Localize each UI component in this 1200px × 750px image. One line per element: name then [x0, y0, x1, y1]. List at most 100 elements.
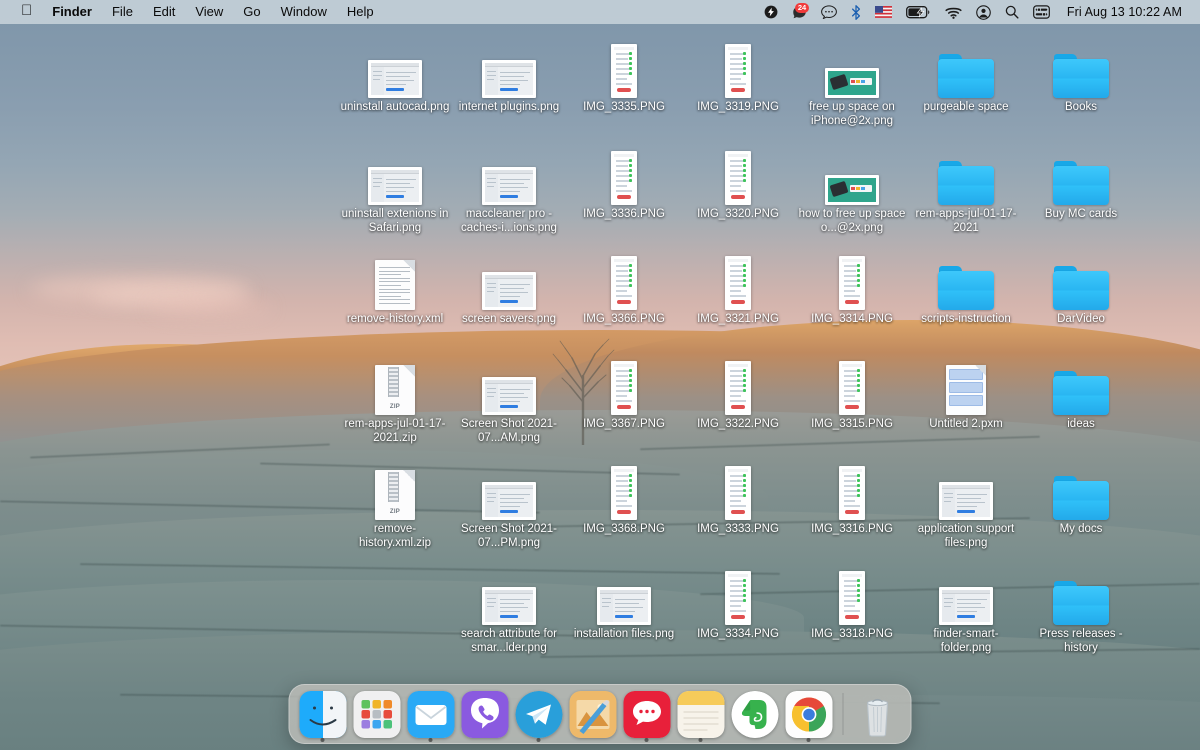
desktop-icon[interactable]: Screen Shot 2021-07...PM.png: [452, 458, 566, 550]
desktop-icon-label: IMG_3319.PNG: [697, 101, 779, 113]
desktop-icon[interactable]: uninstall autocad.png: [338, 36, 452, 115]
image-thumbnail: [725, 256, 751, 310]
desktop-icon[interactable]: ideas: [1024, 353, 1138, 432]
dock-item-telegram[interactable]: [514, 689, 564, 742]
menu-item-edit[interactable]: Edit: [143, 0, 185, 24]
desktop-icon[interactable]: uninstall extenions in Safari.png: [338, 143, 452, 235]
desktop-icon[interactable]: IMG_3335.PNG: [567, 36, 681, 115]
desktop-icon-art: [708, 458, 768, 520]
dock-item-evernote[interactable]: [730, 689, 780, 739]
desktop-icon[interactable]: internet plugins.png: [452, 36, 566, 115]
chat-bubble-icon[interactable]: [814, 0, 844, 24]
desktop-icon-label: rem-apps-jul-01-17-2021.zip: [344, 418, 446, 444]
battery-charging-icon[interactable]: [899, 0, 938, 24]
dock-item-chrome[interactable]: [784, 689, 834, 742]
menu-item-help[interactable]: Help: [337, 0, 384, 24]
desktop-icon-label: internet plugins.png: [458, 101, 560, 113]
desktop-icon[interactable]: Untitled 2.pxm: [909, 353, 1023, 432]
desktop-icon[interactable]: IMG_3320.PNG: [681, 143, 795, 222]
desktop-icon[interactable]: ZIP rem-apps-jul-01-17-2021.zip: [338, 353, 452, 445]
desktop-icon[interactable]: Screen Shot 2021-07...AM.png: [452, 353, 566, 445]
bolt-icon[interactable]: [757, 0, 785, 24]
dock-item-launchpad[interactable]: [352, 689, 402, 739]
dock-item-mail[interactable]: [406, 689, 456, 742]
dock-item-trash[interactable]: [853, 689, 903, 739]
menu-item-file[interactable]: File: [102, 0, 143, 24]
notification-icon[interactable]: 24: [785, 0, 814, 24]
desktop-icon-art: [1051, 458, 1111, 520]
dock-item-notes[interactable]: [676, 689, 726, 742]
control-center-icon[interactable]: [1026, 0, 1057, 24]
apple-logo-icon[interactable]: : [11, 0, 42, 24]
desktop-icon-art: [1051, 353, 1111, 415]
desktop-icon[interactable]: Buy MC cards: [1024, 143, 1138, 222]
desktop-icon[interactable]: how to free up space o...@2x.png: [795, 143, 909, 235]
desktop-icon[interactable]: IMG_3314.PNG: [795, 248, 909, 327]
desktop-icon[interactable]: Books: [1024, 36, 1138, 115]
desktop-icon-art: [594, 563, 654, 625]
zip-archive-icon: ZIP: [375, 470, 415, 520]
dock-item-viber[interactable]: [460, 689, 510, 739]
image-thumbnail: [482, 272, 536, 310]
desktop-icon-label: My docs: [1059, 523, 1103, 535]
desktop-icon[interactable]: remove-history.xml: [338, 248, 452, 327]
desktop-icon-art: [594, 248, 654, 310]
menu-item-go[interactable]: Go: [233, 0, 270, 24]
desktop-icon[interactable]: installation files.png: [567, 563, 681, 642]
desktop-icon-label: Untitled 2.pxm: [929, 418, 1003, 430]
finder-icon: [299, 690, 346, 738]
desktop-icon-grid: uninstall autocad.png internet plugins.p…: [0, 24, 1200, 674]
desktop-icon[interactable]: IMG_3334.PNG: [681, 563, 795, 642]
trash-icon: [856, 691, 900, 737]
desktop-icon[interactable]: free up space on iPhone@2x.png: [795, 36, 909, 128]
desktop-icon-art: [822, 353, 882, 415]
desktop-icon[interactable]: scripts-instruction: [909, 248, 1023, 327]
desktop-icon[interactable]: DarVideo: [1024, 248, 1138, 327]
desktop-icon[interactable]: purgeable space: [909, 36, 1023, 115]
desktop-icon[interactable]: IMG_3366.PNG: [567, 248, 681, 327]
desktop-icon[interactable]: IMG_3319.PNG: [681, 36, 795, 115]
menu-item-window[interactable]: Window: [271, 0, 337, 24]
us-flag-input-menu-icon[interactable]: [868, 0, 899, 24]
desktop-icon[interactable]: rem-apps-jul-01-17-2021: [909, 143, 1023, 235]
desktop-icon[interactable]: finder-smart-folder.png: [909, 563, 1023, 655]
desktop-icon[interactable]: IMG_3333.PNG: [681, 458, 795, 537]
dock-item-finder[interactable]: [298, 689, 348, 742]
desktop-icon[interactable]: IMG_3367.PNG: [567, 353, 681, 432]
spotlight-search-icon[interactable]: [998, 0, 1026, 24]
desktop-icon[interactable]: My docs: [1024, 458, 1138, 537]
desktop-icon-label: uninstall extenions in Safari.png: [341, 208, 449, 234]
bluetooth-icon[interactable]: [844, 0, 868, 24]
desktop-icon[interactable]: IMG_3368.PNG: [567, 458, 681, 537]
desktop-icon[interactable]: IMG_3316.PNG: [795, 458, 909, 537]
menu-item-finder[interactable]: Finder: [42, 0, 102, 24]
desktop-icon[interactable]: IMG_3336.PNG: [567, 143, 681, 222]
desktop-icon[interactable]: application support files.png: [909, 458, 1023, 550]
desktop-icon-label: IMG_3314.PNG: [811, 313, 893, 325]
desktop-icon-art: [708, 143, 768, 205]
image-thumbnail: [839, 571, 865, 625]
desktop-icon[interactable]: IMG_3321.PNG: [681, 248, 795, 327]
desktop-icon-art: [1051, 248, 1111, 310]
wifi-icon[interactable]: [938, 0, 969, 24]
menu-bar-clock[interactable]: Fri Aug 13 10:22 AM: [1057, 5, 1189, 19]
image-thumbnail: [482, 167, 536, 205]
desktop-icon[interactable]: Press releases - history: [1024, 563, 1138, 655]
desktop-icon[interactable]: maccleaner pro - caches-i...ions.png: [452, 143, 566, 235]
desktop-icon-art: [1051, 563, 1111, 625]
desktop-icon[interactable]: screen savers.png: [452, 248, 566, 327]
desktop-icon-art: [365, 248, 425, 310]
desktop-icon[interactable]: IMG_3322.PNG: [681, 353, 795, 432]
desktop-icon[interactable]: search attribute for smar...lder.png: [452, 563, 566, 655]
dock-item-chatapp[interactable]: [622, 689, 672, 742]
desktop-icon[interactable]: IMG_3318.PNG: [795, 563, 909, 642]
desktop-icon-label: how to free up space o...@2x.png: [798, 208, 906, 234]
desktop-icon-label: IMG_3316.PNG: [811, 523, 893, 535]
menu-item-view[interactable]: View: [185, 0, 233, 24]
image-thumbnail: [368, 167, 422, 205]
desktop-icon-art: [822, 36, 882, 98]
desktop-icon[interactable]: IMG_3315.PNG: [795, 353, 909, 432]
desktop-icon[interactable]: ZIP remove-history.xml.zip: [338, 458, 452, 550]
dock-item-preview[interactable]: [568, 689, 618, 739]
user-account-icon[interactable]: [969, 0, 998, 24]
